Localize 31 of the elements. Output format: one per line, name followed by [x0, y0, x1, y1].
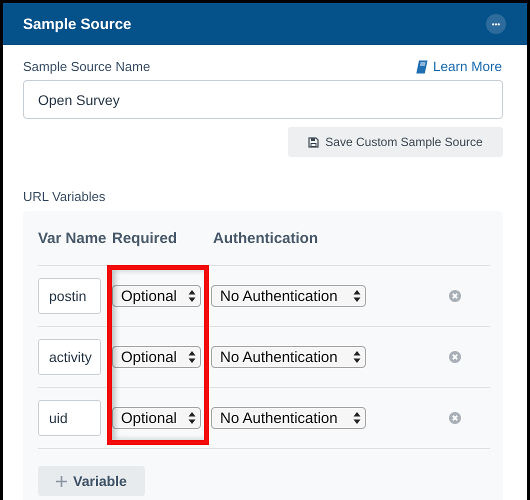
var-name-field[interactable]: uid [38, 400, 101, 436]
source-name-field[interactable]: Open Survey [23, 80, 503, 119]
required-select[interactable]: Optional [112, 346, 201, 368]
select-arrows-icon [188, 350, 196, 364]
select-arrows-icon [353, 350, 361, 364]
book-icon [416, 60, 428, 74]
select-arrows-icon [353, 289, 361, 303]
column-header: Required [112, 230, 178, 246]
select-arrows-icon [188, 289, 196, 303]
column-header: Var Name [38, 230, 108, 246]
save-button[interactable]: Save Custom Sample Source [288, 127, 503, 157]
authentication-select[interactable]: No Authentication [211, 285, 366, 307]
panel-title: Sample Source [23, 16, 132, 32]
authentication-select[interactable]: No Authentication [211, 346, 366, 368]
var-name-field[interactable]: activity [38, 339, 101, 375]
field-label: Sample Source Name [23, 59, 150, 74]
remove-icon[interactable] [449, 412, 461, 424]
required-select[interactable]: Optional [112, 407, 201, 429]
plus-icon [56, 476, 68, 486]
add-variable-button[interactable]: Variable [38, 466, 145, 496]
remove-icon[interactable] [449, 351, 461, 363]
authentication-select[interactable]: No Authentication [211, 407, 366, 429]
select-arrows-icon [353, 411, 361, 425]
column-header: Authentication [213, 230, 318, 246]
var-name-field[interactable]: postin [38, 278, 101, 314]
remove-icon[interactable] [449, 290, 461, 302]
section-label: URL Variables [23, 189, 106, 204]
learn-more-link[interactable]: Learn More [416, 59, 502, 74]
more-button[interactable]: ••• [486, 14, 506, 34]
select-arrows-icon [188, 411, 196, 425]
required-select[interactable]: Optional [112, 285, 201, 307]
